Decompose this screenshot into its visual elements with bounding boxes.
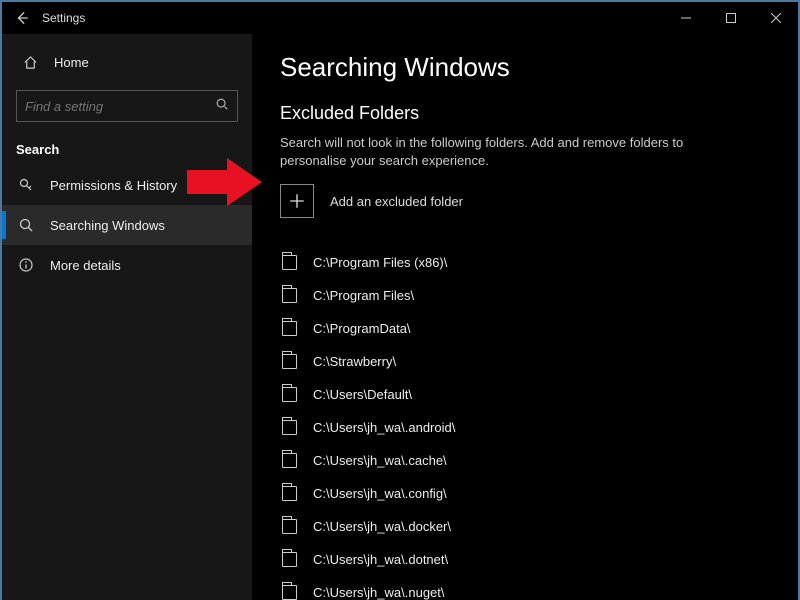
excluded-folder-item[interactable]: C:\Users\jh_wa\.config\ bbox=[280, 477, 770, 510]
settings-search-input[interactable] bbox=[25, 99, 215, 114]
excluded-folder-item[interactable]: C:\Program Files (x86)\ bbox=[280, 246, 770, 279]
excluded-folder-item[interactable]: C:\Users\jh_wa\.android\ bbox=[280, 411, 770, 444]
home-label: Home bbox=[54, 55, 89, 70]
folder-path: C:\Strawberry\ bbox=[313, 354, 396, 369]
excluded-folder-item[interactable]: C:\Users\jh_wa\.cache\ bbox=[280, 444, 770, 477]
folder-path: C:\Users\jh_wa\.dotnet\ bbox=[313, 552, 448, 567]
settings-search[interactable] bbox=[16, 90, 238, 122]
close-button[interactable] bbox=[753, 2, 798, 34]
back-arrow-icon bbox=[15, 11, 29, 25]
folder-icon bbox=[282, 321, 297, 336]
section-heading: Excluded Folders bbox=[280, 103, 770, 124]
excluded-folder-item[interactable]: C:\Users\jh_wa\.dotnet\ bbox=[280, 543, 770, 576]
home-button[interactable]: Home bbox=[2, 44, 252, 80]
folder-icon bbox=[282, 255, 297, 270]
folder-path: C:\Users\jh_wa\.docker\ bbox=[313, 519, 451, 534]
excluded-folder-item[interactable]: C:\Program Files\ bbox=[280, 279, 770, 312]
folder-path: C:\Program Files (x86)\ bbox=[313, 255, 447, 270]
folder-icon bbox=[282, 288, 297, 303]
folder-icon bbox=[282, 519, 297, 534]
back-button[interactable] bbox=[2, 2, 42, 34]
add-excluded-folder-label: Add an excluded folder bbox=[330, 194, 463, 209]
sidebar-section-title: Search bbox=[2, 132, 252, 165]
section-description: Search will not look in the following fo… bbox=[280, 134, 710, 170]
folder-icon bbox=[282, 354, 297, 369]
info-icon bbox=[16, 257, 36, 273]
folder-icon bbox=[282, 387, 297, 402]
permissions-icon bbox=[16, 177, 36, 193]
settings-window: Settings Home bbox=[0, 0, 800, 600]
folder-path: C:\Users\jh_wa\.config\ bbox=[313, 486, 447, 501]
titlebar: Settings bbox=[2, 2, 798, 34]
excluded-folder-item[interactable]: C:\Users\jh_wa\.nuget\ bbox=[280, 576, 770, 600]
excluded-folder-item[interactable]: C:\Users\Default\ bbox=[280, 378, 770, 411]
sidebar-item-searching-windows[interactable]: Searching Windows bbox=[2, 205, 252, 245]
sidebar-item-label: More details bbox=[50, 258, 121, 273]
sidebar-item-more-details[interactable]: More details bbox=[2, 245, 252, 285]
folder-path: C:\Users\Default\ bbox=[313, 387, 412, 402]
window-title: Settings bbox=[42, 11, 85, 25]
excluded-folder-item[interactable]: C:\ProgramData\ bbox=[280, 312, 770, 345]
sidebar: Home Search Permissions & History Se bbox=[2, 34, 252, 600]
add-excluded-folder-button[interactable]: Add an excluded folder bbox=[280, 184, 770, 218]
folder-path: C:\Users\jh_wa\.cache\ bbox=[313, 453, 447, 468]
folder-path: C:\Users\jh_wa\.android\ bbox=[313, 420, 455, 435]
sidebar-item-label: Permissions & History bbox=[50, 178, 177, 193]
sidebar-item-label: Searching Windows bbox=[50, 218, 165, 233]
minimize-button[interactable] bbox=[663, 2, 708, 34]
folder-icon bbox=[282, 585, 297, 600]
folder-path: C:\Program Files\ bbox=[313, 288, 414, 303]
excluded-folder-list: C:\Program Files (x86)\ C:\Program Files\… bbox=[280, 246, 770, 600]
folder-icon bbox=[282, 552, 297, 567]
maximize-button[interactable] bbox=[708, 2, 753, 34]
excluded-folder-item[interactable]: C:\Strawberry\ bbox=[280, 345, 770, 378]
folder-icon bbox=[282, 486, 297, 501]
window-controls bbox=[663, 2, 798, 34]
folder-path: C:\Users\jh_wa\.nuget\ bbox=[313, 585, 445, 600]
plus-icon bbox=[280, 184, 314, 218]
search-nav-icon bbox=[16, 217, 36, 233]
page-title: Searching Windows bbox=[280, 52, 770, 83]
folder-icon bbox=[282, 453, 297, 468]
sidebar-item-permissions-history[interactable]: Permissions & History bbox=[2, 165, 252, 205]
folder-icon bbox=[282, 420, 297, 435]
folder-path: C:\ProgramData\ bbox=[313, 321, 411, 336]
search-icon bbox=[215, 97, 229, 116]
home-icon bbox=[20, 55, 40, 70]
excluded-folder-item[interactable]: C:\Users\jh_wa\.docker\ bbox=[280, 510, 770, 543]
main-content: Searching Windows Excluded Folders Searc… bbox=[252, 34, 798, 600]
